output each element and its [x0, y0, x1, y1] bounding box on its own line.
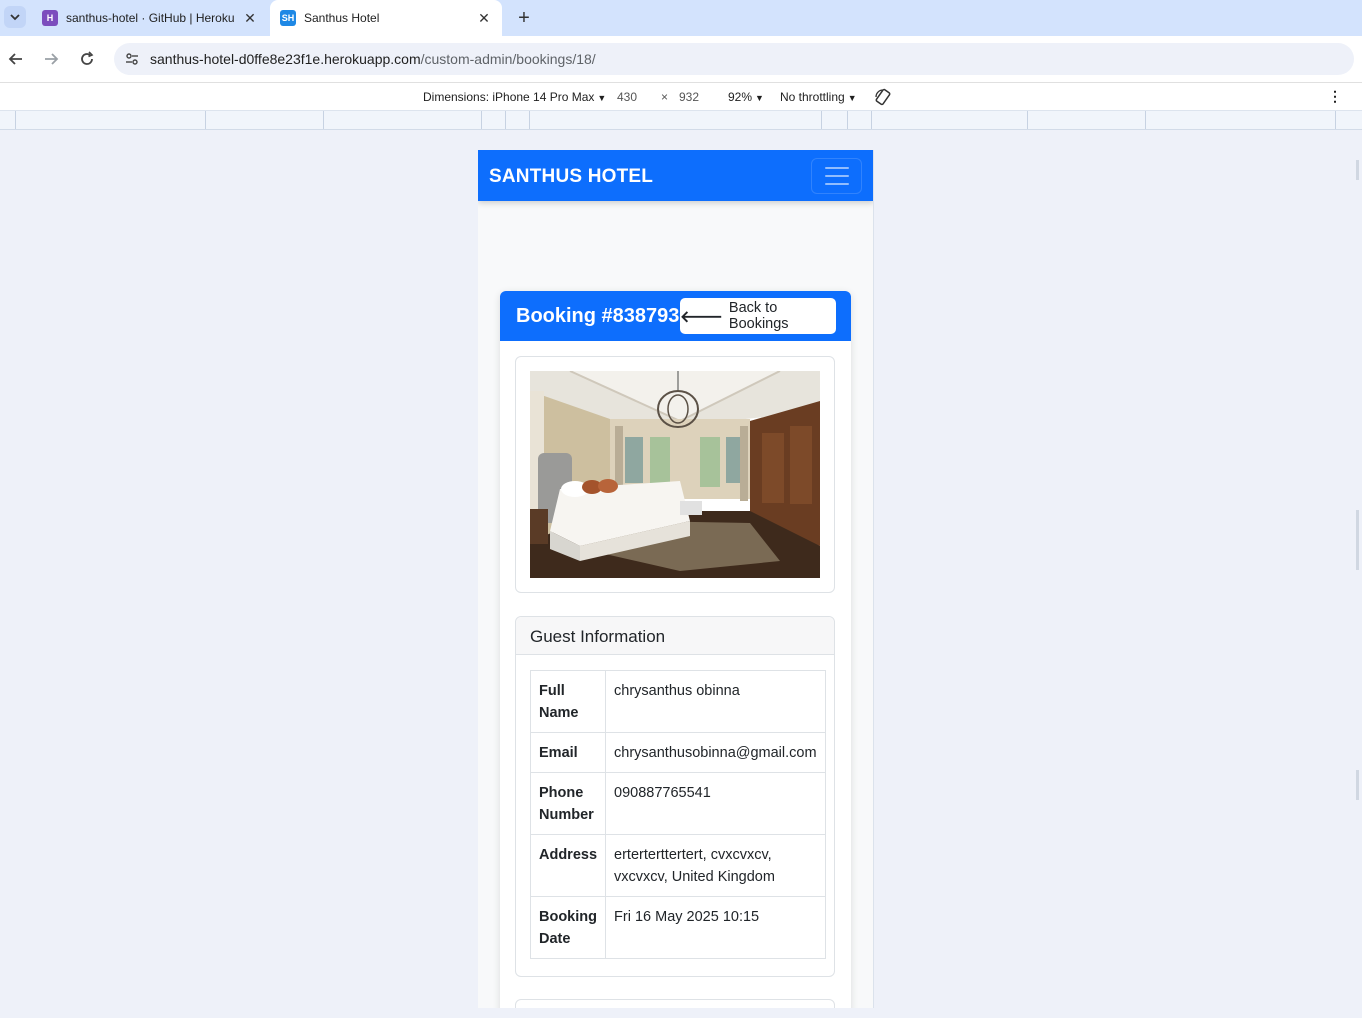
- table-row: Full Name chrysanthus obinna: [529, 670, 826, 733]
- caret-down-icon: ▼: [597, 93, 607, 103]
- media-query-ruler: [0, 110, 1362, 130]
- row-value: chrysanthusobinna@gmail.com: [605, 732, 826, 773]
- guest-information-card: Guest Information Full Name chrysanthus …: [515, 616, 835, 977]
- santhus-favicon-icon: SH: [280, 10, 296, 26]
- heroku-favicon-icon: H: [42, 10, 58, 26]
- guest-information-table: Full Name chrysanthus obinna Email chrys…: [529, 670, 826, 959]
- plus-icon[interactable]: +: [512, 6, 536, 30]
- booking-card: Booking #838793 🡐 Back to Bookings Guest…: [500, 291, 851, 1008]
- back-to-bookings-button[interactable]: 🡐 Back to Bookings: [680, 298, 836, 334]
- tune-icon[interactable]: [124, 51, 140, 67]
- reload-icon: [81, 51, 94, 65]
- width-input[interactable]: 430: [617, 90, 637, 104]
- arrow-left-icon: [8, 53, 22, 65]
- zoom-select[interactable]: 92% ▼: [728, 90, 764, 104]
- arrow-right-icon: [45, 53, 59, 65]
- close-icon[interactable]: ✕: [240, 8, 260, 28]
- booking-card-header: Booking #838793 🡐 Back to Bookings: [500, 291, 851, 341]
- table-row: Phone Number 090887765541: [529, 772, 826, 835]
- guest-information-header: Guest Information: [516, 617, 834, 655]
- chevron-down-icon: [10, 14, 20, 21]
- caret-down-icon: ▼: [755, 93, 764, 103]
- throttling-select[interactable]: No throttling ▼: [780, 90, 857, 104]
- table-row: Booking Date Fri 16 May 2025 10:15: [529, 896, 826, 959]
- room-image-card: [515, 356, 835, 593]
- row-label: Email: [529, 732, 607, 773]
- dimensions-label: Dimensions: iPhone 14 Pro Max: [423, 90, 595, 104]
- url-host: santhus-hotel-d0ffe8e23f1e.herokuapp.com: [150, 51, 421, 67]
- back-to-bookings-label: Back to Bookings: [728, 300, 789, 332]
- zoom-label: 92%: [728, 90, 753, 104]
- row-value: erterterttertert, cvxcvxcv, vxcvxcv, Uni…: [605, 834, 826, 897]
- navbar-toggler[interactable]: [811, 158, 862, 194]
- times-sign: ×: [661, 90, 669, 104]
- table-row: Email chrysanthusobinna@gmail.com: [529, 732, 826, 773]
- tab-title: santhus-hotel · GitHub | Heroku: [66, 11, 235, 25]
- site-brand[interactable]: SANTHUS HOTEL: [489, 166, 653, 188]
- row-value: Fri 16 May 2025 10:15: [605, 896, 826, 959]
- browser-toolbar: santhus-hotel-d0ffe8e23f1e.herokuapp.com…: [0, 36, 1362, 82]
- guest-information-title: Guest Information: [530, 627, 666, 646]
- close-icon[interactable]: ✕: [474, 8, 494, 28]
- row-value: 090887765541: [605, 772, 826, 835]
- booking-title: Booking #838793: [516, 305, 680, 327]
- rotate-icon[interactable]: [874, 88, 892, 109]
- height-input[interactable]: 932: [679, 90, 699, 104]
- row-label: Booking Date: [529, 896, 607, 959]
- reload-button[interactable]: [75, 47, 99, 71]
- tab-title: Santhus Hotel: [304, 11, 380, 25]
- device-viewport: SANTHUS HOTEL Booking #838793 🡐 Back to …: [478, 150, 874, 1008]
- room-image: [530, 371, 820, 578]
- caret-down-icon: ▼: [847, 93, 857, 103]
- site-navbar: SANTHUS HOTEL: [478, 150, 873, 201]
- browser-tab-bar: H santhus-hotel · GitHub | Heroku ✕ SH S…: [0, 0, 1362, 36]
- arrow-left-icon: 🡐: [680, 308, 723, 326]
- hamburger-icon: [824, 167, 849, 169]
- kebab-icon[interactable]: ⋮: [1328, 88, 1342, 105]
- back-button[interactable]: [4, 47, 28, 71]
- tab-heroku[interactable]: H santhus-hotel · GitHub | Heroku ✕: [32, 0, 268, 36]
- forward-button[interactable]: [39, 47, 63, 71]
- url-path: /custom-admin/bookings/18/: [420, 51, 596, 67]
- row-label: Phone Number: [529, 772, 607, 835]
- throttling-label: No throttling: [780, 90, 845, 104]
- row-label: Full Name: [529, 670, 607, 733]
- address-bar[interactable]: santhus-hotel-d0ffe8e23f1e.herokuapp.com…: [114, 43, 1354, 75]
- tab-santhus-hotel[interactable]: SH Santhus Hotel ✕: [270, 0, 502, 36]
- next-section-card: [515, 999, 835, 1008]
- row-label: Address: [529, 834, 607, 897]
- table-row: Address erterterttertert, cvxcvxcv, vxcv…: [529, 834, 826, 897]
- row-value: chrysanthus obinna: [605, 670, 826, 733]
- device-dimensions-select[interactable]: Dimensions: iPhone 14 Pro Max ▼: [423, 90, 606, 104]
- device-toolbar: Dimensions: iPhone 14 Pro Max ▼ 430 × 932…: [0, 82, 1362, 110]
- tab-list-button[interactable]: [4, 6, 26, 28]
